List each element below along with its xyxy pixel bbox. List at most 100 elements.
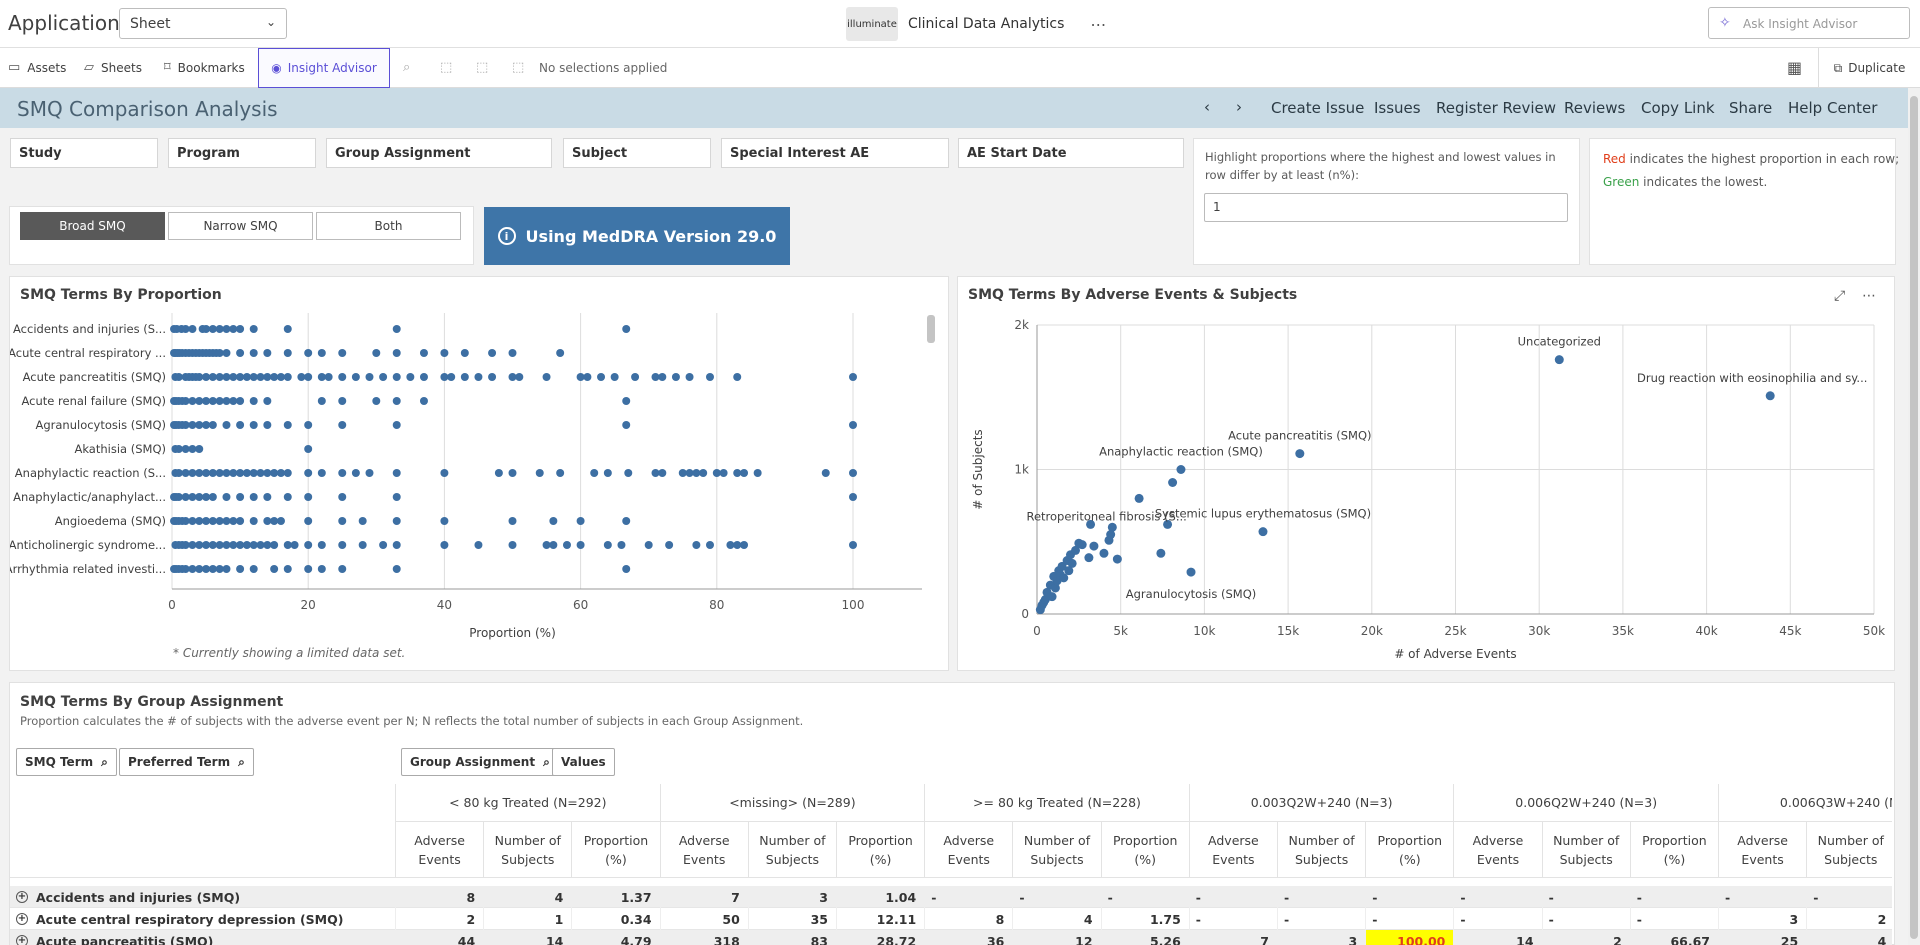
bookmark-icon: ⌑	[164, 60, 171, 75]
reviews-link[interactable]: Reviews	[1564, 99, 1625, 117]
filter-subject[interactable]: Subject	[563, 138, 711, 168]
data-point	[1099, 548, 1109, 558]
data-point	[1106, 530, 1116, 540]
filter-special-interest-ae[interactable]: Special Interest AE	[721, 138, 949, 168]
bookmarks-button[interactable]: ⌑ Bookmarks	[164, 60, 245, 75]
data-point	[1089, 541, 1099, 551]
table-cell: -	[1718, 886, 1806, 908]
category-label: Anticholinergic syndrome...	[10, 538, 166, 552]
sheets-button[interactable]: ▱ Sheets	[84, 60, 142, 75]
data-point	[1168, 478, 1178, 488]
smq-term-search-button[interactable]: SMQ Term ⌕	[16, 748, 117, 776]
filter-program[interactable]: Program	[168, 138, 316, 168]
proportion-chart-title: SMQ Terms By Proportion	[20, 287, 222, 303]
filter-study[interactable]: Study	[10, 138, 158, 168]
ae-subjects-chart-title: SMQ Terms By Adverse Events & Subjects	[968, 287, 1298, 303]
data-point	[181, 421, 190, 429]
legend-green-text: indicates the lowest.	[1639, 175, 1768, 189]
filter-ae-start-date[interactable]: AE Start Date	[958, 138, 1184, 168]
data-point	[603, 541, 612, 549]
grid-icon[interactable]: ▦	[1787, 58, 1802, 77]
ae-subjects-chart[interactable]: 0 5k 10k 15k 20k 25k 30k 35k 40k 45k 50k 0 1k 2k # of …	[958, 305, 1888, 665]
clear-selections-icon[interactable]: ⬚	[512, 60, 524, 75]
data-point	[249, 469, 258, 477]
data-point	[338, 541, 347, 549]
data-point	[304, 493, 313, 501]
table-cell: 8	[924, 908, 1012, 930]
meddra-version-text: Using MedDRA Version 29.0	[525, 226, 777, 246]
row-label[interactable]: + Acute central respiratory depression (S…	[10, 908, 394, 930]
proportion-chart[interactable]: 0 20 40 60 80 100 Proportion (%) Accidents and …	[10, 305, 940, 645]
smart-search-icon[interactable]: ⌕	[403, 60, 410, 75]
table-cell: 1.37	[571, 886, 659, 908]
data-point	[174, 493, 183, 501]
scrollbar-thumb[interactable]	[1910, 96, 1918, 939]
point-label: Acute pancreatitis (SMQ)	[1228, 429, 1371, 443]
insight-advisor-button[interactable]: ◉ Insight Advisor	[258, 48, 390, 88]
group-assignment-search-button[interactable]: Group Assignment ⌕	[401, 748, 559, 776]
chevron-left-icon[interactable]: ‹	[1204, 98, 1210, 116]
step-forward-icon[interactable]: ⬚	[476, 60, 488, 75]
app-header: illuminate Clinical Data Analytics ⋯	[846, 7, 1106, 41]
preferred-term-search-button[interactable]: Preferred Term ⌕	[119, 748, 254, 776]
y-tick-label: 0	[1021, 607, 1029, 621]
assets-button[interactable]: ▭ Assets	[8, 60, 66, 75]
step-back-icon[interactable]: ⬚	[440, 60, 452, 75]
data-point	[229, 325, 238, 333]
highlight-threshold-input[interactable]: 1	[1204, 193, 1568, 222]
no-selections-text: No selections applied	[539, 61, 668, 75]
data-point	[379, 541, 388, 549]
data-point	[215, 565, 224, 573]
row-label[interactable]: + Accidents and injuries (SMQ)	[10, 886, 394, 908]
share-link[interactable]: Share	[1729, 99, 1772, 117]
data-point	[406, 373, 415, 381]
sheet-selector[interactable]: Sheet ⌄	[119, 8, 287, 39]
filter-group-assignment[interactable]: Group Assignment	[326, 138, 552, 168]
table-cell: 12	[1012, 930, 1100, 945]
expand-icon[interactable]: ⤢	[1834, 288, 1845, 304]
expand-row-icon[interactable]: +	[16, 913, 28, 925]
data-point	[263, 469, 272, 477]
expand-row-icon[interactable]: +	[16, 891, 28, 903]
x-tick-label: 50k	[1863, 624, 1885, 638]
data-point	[733, 373, 742, 381]
narrow-smq-button[interactable]: Narrow SMQ	[168, 212, 313, 240]
create-issue-link[interactable]: Create Issue	[1271, 99, 1364, 117]
assets-label: Assets	[27, 60, 67, 75]
group-header: < 80 kg Treated (N=292)	[395, 784, 660, 822]
table-cell: -	[924, 886, 1012, 908]
duplicate-label: Duplicate	[1848, 61, 1906, 75]
data-point	[208, 565, 217, 573]
group-header: 0.003Q2W+240 (N=3)	[1188, 784, 1454, 822]
data-point	[460, 373, 469, 381]
data-point	[283, 421, 292, 429]
table-cell: 4	[1012, 908, 1100, 930]
values-button[interactable]: Values	[552, 748, 615, 776]
help-center-link[interactable]: Help Center	[1788, 99, 1877, 117]
data-point	[304, 349, 313, 357]
expand-row-icon[interactable]: +	[16, 935, 28, 945]
data-point	[270, 541, 279, 549]
data-point	[195, 541, 204, 549]
more-icon[interactable]: ⋯	[1090, 15, 1106, 34]
data-point	[597, 373, 606, 381]
broad-smq-button[interactable]: Broad SMQ	[20, 212, 165, 240]
more-options-icon[interactable]: ⋯	[1862, 288, 1876, 304]
chart-scroll-thumb	[927, 315, 935, 343]
issues-link[interactable]: Issues	[1374, 99, 1421, 117]
data-point	[622, 517, 631, 525]
ask-insight-input[interactable]: ✧ Ask Insight Advisor	[1708, 7, 1910, 39]
x-tick-label: 40k	[1695, 624, 1717, 638]
register-review-link[interactable]: Register Review	[1436, 99, 1556, 117]
data-point	[392, 421, 401, 429]
row-label[interactable]: + Acute pancreatitis (SMQ)	[10, 930, 394, 945]
data-point	[195, 421, 204, 429]
copy-link-link[interactable]: Copy Link	[1641, 99, 1715, 117]
search-icon: ⌕	[101, 754, 108, 769]
data-point	[542, 373, 551, 381]
duplicate-button[interactable]: ⧉ Duplicate	[1818, 48, 1920, 88]
both-smq-button[interactable]: Both	[316, 212, 461, 240]
data-point	[1156, 548, 1166, 558]
page-scrollbar[interactable]	[1908, 88, 1920, 945]
chevron-right-icon[interactable]: ›	[1236, 98, 1242, 116]
